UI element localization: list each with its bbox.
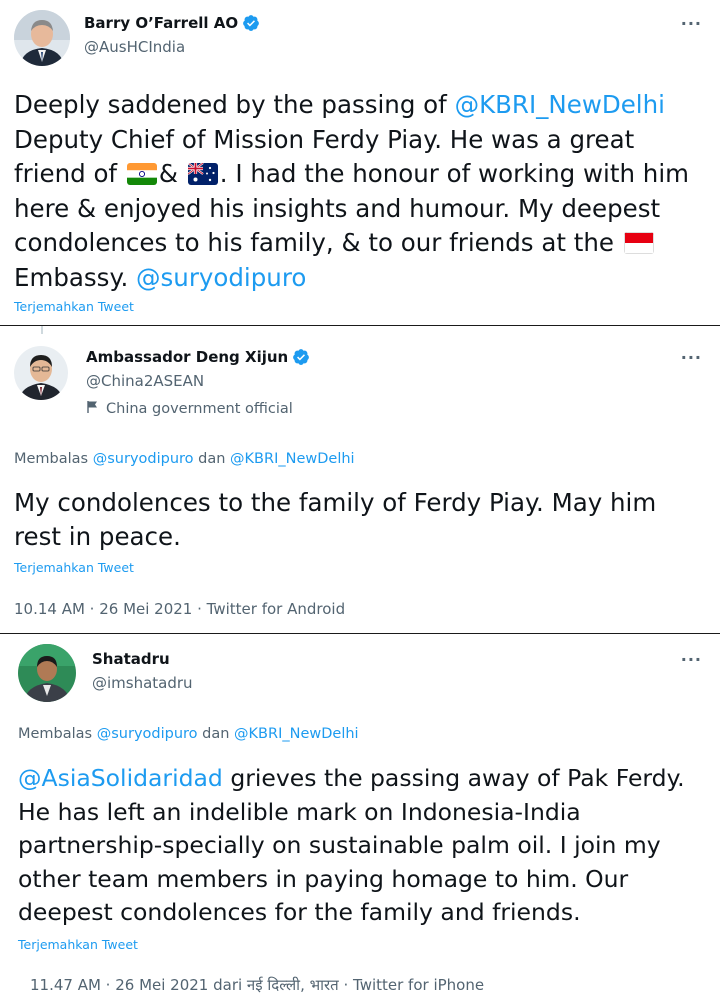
verified-badge-icon <box>242 14 260 32</box>
tweet-card[interactable]: Shatadru @imshatadru ··· Membalas @suryo… <box>0 634 720 1005</box>
translate-tweet-link[interactable]: Terjemahkan Tweet <box>18 937 138 952</box>
tweet-timestamp[interactable]: 11.47 AM · 26 Mei 2021 dari नई दिल्ली, भ… <box>30 975 484 995</box>
tweet-card[interactable]: Ambassador Deng Xijun @China2ASEAN China… <box>0 326 720 634</box>
author-name[interactable]: Barry O’Farrell AO <box>84 14 260 32</box>
indonesia-flag-icon <box>623 232 654 254</box>
tweet-text-part: Embassy. <box>14 262 137 292</box>
tweet-timestamp[interactable]: 10.14 AM · 26 Mei 2021 · Twitter for And… <box>14 600 345 618</box>
author-name-text: Ambassador Deng Xijun <box>86 348 289 366</box>
author-name[interactable]: Ambassador Deng Xijun <box>86 348 310 366</box>
author-handle[interactable]: @AusHCIndia <box>84 38 185 56</box>
reply-context: Membalas @suryodipuro dan @KBRI_NewDelhi <box>14 451 355 467</box>
more-options-icon[interactable]: ··· <box>681 14 702 33</box>
thread-connector <box>41 326 43 334</box>
verified-badge-icon <box>292 348 310 366</box>
translate-tweet-link[interactable]: Terjemahkan Tweet <box>14 560 134 575</box>
mention-link[interactable]: @KBRI_NewDelhi <box>234 726 359 742</box>
mention-link[interactable]: @KBRI_NewDelhi <box>455 90 665 119</box>
mention-link[interactable]: @AsiaSolidaridad <box>18 764 223 792</box>
flag-icon <box>86 400 100 418</box>
mention-link[interactable]: @suryodipuro <box>136 263 306 292</box>
government-label-text: China government official <box>106 401 293 417</box>
reply-and: dan <box>193 451 231 467</box>
government-label[interactable]: China government official <box>86 400 293 418</box>
more-options-icon[interactable]: ··· <box>681 348 702 367</box>
author-name[interactable]: Shatadru <box>92 650 170 668</box>
reply-context: Membalas @suryodipuro dan @KBRI_NewDelhi <box>18 726 359 742</box>
tweet-card[interactable]: Barry O’Farrell AO @AusHCIndia ··· Deepl… <box>0 0 720 326</box>
tweet-text: @AsiaSolidaridad grieves the passing awa… <box>18 762 698 930</box>
author-handle[interactable]: @imshatadru <box>92 674 193 692</box>
tweet-text-part: Deeply saddened by the passing of <box>14 90 455 119</box>
tweet-text-part: & <box>158 159 186 188</box>
avatar[interactable] <box>18 644 76 702</box>
mention-link[interactable]: @suryodipuro <box>97 726 198 742</box>
more-options-icon[interactable]: ··· <box>681 650 702 669</box>
mention-link[interactable]: @suryodipuro <box>93 451 194 467</box>
translate-tweet-link[interactable]: Terjemahkan Tweet <box>14 299 134 314</box>
india-flag-icon <box>126 163 157 185</box>
tweet-text: Deeply saddened by the passing of @KBRI_… <box>14 88 694 295</box>
author-name-text: Shatadru <box>92 650 170 668</box>
mention-link[interactable]: @KBRI_NewDelhi <box>230 451 355 467</box>
author-name-text: Barry O’Farrell AO <box>84 14 239 32</box>
australia-flag-icon <box>187 163 218 185</box>
reply-and: dan <box>197 726 235 742</box>
author-handle[interactable]: @China2ASEAN <box>86 372 204 390</box>
reply-prefix: Membalas <box>14 451 93 467</box>
reply-prefix: Membalas <box>18 726 97 742</box>
avatar[interactable] <box>14 346 68 400</box>
tweet-text: My condolences to the family of Ferdy Pi… <box>14 488 657 551</box>
avatar[interactable] <box>14 10 70 66</box>
